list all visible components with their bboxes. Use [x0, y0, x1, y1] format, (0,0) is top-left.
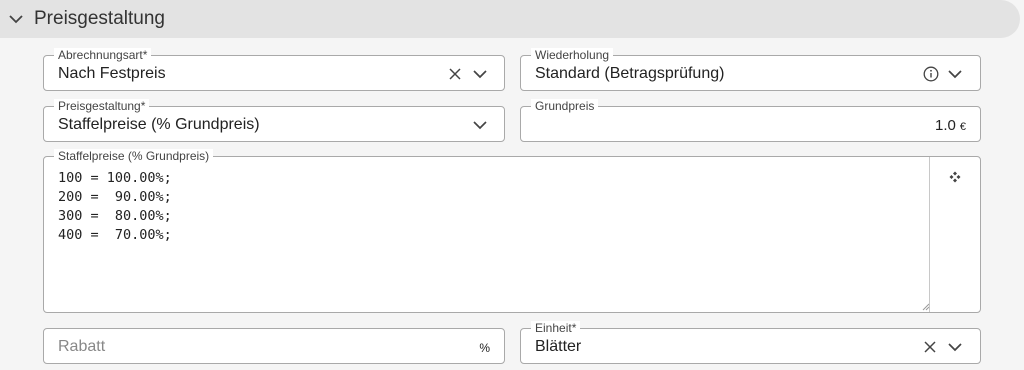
chevron-down-icon[interactable]: [472, 120, 488, 130]
base-price-value: 1.0: [935, 117, 956, 134]
chevron-down-icon[interactable]: [947, 69, 963, 79]
base-price-label: Grundpreis: [531, 99, 599, 113]
tier-line: 400 = 70.00%;: [58, 227, 172, 243]
unit-select[interactable]: Einheit* Blätter: [520, 321, 981, 364]
unit-label: Einheit*: [531, 321, 581, 335]
billing-type-select[interactable]: Abrechnungsart* Nach Festpreis: [43, 48, 505, 91]
pricing-label: Preisgestaltung*: [54, 99, 150, 113]
chevron-down-icon[interactable]: [472, 69, 488, 79]
unit-value: Blätter: [535, 338, 582, 355]
pricing-panel-header[interactable]: Preisgestaltung: [0, 0, 1020, 38]
close-icon[interactable]: [448, 67, 462, 81]
base-price-display: 1.0 €: [935, 117, 966, 134]
currency-unit: €: [959, 121, 966, 133]
discount-input[interactable]: Rabatt %: [43, 328, 505, 364]
repetition-label: Wiederholung: [531, 48, 614, 62]
four-diamonds-icon[interactable]: [949, 171, 961, 183]
pricing-select[interactable]: Preisgestaltung* Staffelpreise (% Grundp…: [43, 99, 505, 142]
billing-type-value: Nach Festpreis: [58, 65, 166, 82]
base-price-input[interactable]: Grundpreis 1.0 €: [520, 99, 981, 142]
info-icon[interactable]: [923, 66, 939, 82]
panel-title: Preisgestaltung: [34, 8, 165, 29]
tier-line: 200 = 90.00%;: [58, 189, 172, 205]
tier-line: 100 = 100.00%;: [58, 170, 172, 186]
tier-prices-label: Staffelpreise (% Grundpreis): [54, 149, 214, 163]
chevron-down-icon[interactable]: [947, 342, 963, 352]
tier-prices-content[interactable]: 100 = 100.00%; 200 = 90.00%; 300 = 80.00…: [58, 169, 172, 245]
tier-line: 300 = 80.00%;: [58, 208, 172, 224]
discount-placeholder: Rabatt: [58, 338, 106, 355]
pricing-value: Staffelpreise (% Grundpreis): [58, 116, 260, 133]
close-icon[interactable]: [923, 340, 937, 354]
repetition-value: Standard (Betragsprüfung): [535, 65, 725, 82]
repetition-select[interactable]: Wiederholung Standard (Betragsprüfung): [520, 48, 981, 91]
billing-type-label: Abrechnungsart*: [54, 48, 152, 62]
tier-prices-textarea[interactable]: Staffelpreise (% Grundpreis) 100 = 100.0…: [43, 149, 981, 313]
tier-prices-side-panel: [929, 157, 980, 312]
percent-unit: %: [479, 341, 490, 355]
chevron-down-icon: [9, 15, 23, 24]
